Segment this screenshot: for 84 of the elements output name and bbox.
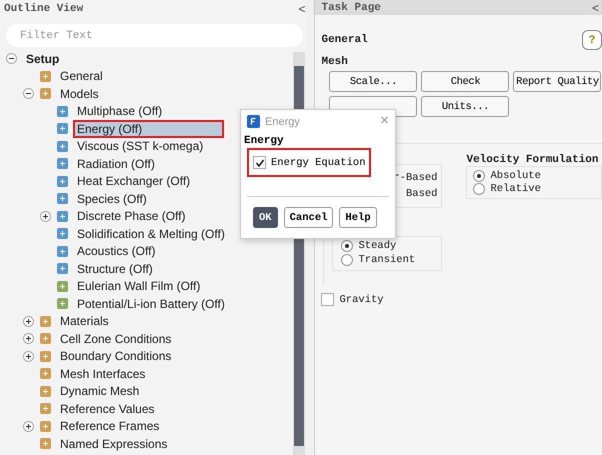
group-label: Velocity Formulation: [466, 154, 600, 166]
mesh-button[interactable]: Scale...: [329, 71, 418, 92]
tile-icon: [39, 87, 52, 100]
radio-label: Based: [406, 187, 438, 202]
tile-icon: [56, 104, 69, 118]
tree-item[interactable]: General: [56, 67, 107, 86]
checkbox-label: Energy Equation: [271, 156, 366, 168]
mesh-button[interactable]: Units...: [421, 96, 510, 117]
radio-label: Steady: [358, 240, 396, 252]
tile-icon: [39, 70, 52, 83]
tile-icon: [39, 437, 52, 450]
tree-item[interactable]: Reference Frames: [56, 417, 164, 436]
tile-icon: [56, 174, 69, 188]
mesh-button[interactable]: Report Quality: [513, 71, 602, 92]
radio-label: Relative: [490, 183, 541, 195]
radio-label: Transient: [358, 254, 416, 266]
tile-icon: [56, 280, 69, 293]
expander-icon[interactable]: [22, 88, 34, 100]
tree-item[interactable]: Boundary Conditions: [56, 347, 176, 366]
tree-item[interactable]: Acoustics (Off): [73, 242, 160, 260]
tile-icon: [56, 244, 69, 258]
tile-icon: [56, 140, 69, 153]
tree-item[interactable]: Reference Values: [56, 400, 158, 418]
dialog-title: Energy: [265, 116, 301, 128]
expander-icon[interactable]: [40, 210, 50, 222]
group-label: Energy: [243, 135, 285, 147]
panel-title: Outline View: [4, 3, 84, 15]
tree-item[interactable]: Mesh Interfaces: [56, 364, 150, 383]
tree-item[interactable]: Discrete Phase (Off): [73, 207, 190, 226]
tile-icon: [56, 192, 69, 206]
tree-item[interactable]: Models: [56, 84, 103, 103]
tile-icon: [56, 210, 69, 223]
tree-item[interactable]: Energy (Off): [73, 120, 224, 138]
ok-button[interactable]: OK: [253, 207, 278, 228]
tree-item[interactable]: Heat Exchanger (Off): [73, 172, 194, 190]
tile-icon: [56, 122, 69, 136]
radio-button[interactable]: [473, 183, 486, 195]
mesh-button[interactable]: Check: [421, 71, 510, 92]
tree-item[interactable]: Potential/Li-ion Battery (Off): [73, 294, 229, 313]
tree-item[interactable]: Cell Zone Conditions: [56, 330, 176, 348]
section-label: Mesh: [321, 56, 349, 68]
tree-item[interactable]: Species (Off): [73, 190, 151, 208]
checkbox[interactable]: [253, 156, 266, 169]
tile-icon: [39, 420, 52, 433]
tree-item[interactable]: Dynamic Mesh: [56, 382, 144, 400]
expander-icon[interactable]: [22, 333, 34, 344]
dialog-button[interactable]: Help: [339, 207, 377, 228]
panel-title: Task Page: [321, 2, 381, 14]
tree-item[interactable]: Eulerian Wall Film (Off): [73, 277, 204, 296]
tile-icon: [56, 157, 69, 170]
tile-icon: [39, 384, 52, 398]
tree-item[interactable]: Named Expressions: [56, 434, 172, 453]
tile-icon: [56, 227, 69, 240]
radio-button[interactable]: [341, 240, 354, 252]
tile-icon: [56, 297, 69, 310]
tree-item[interactable]: Multiphase (Off): [73, 102, 166, 120]
tree-item[interactable]: Solidification & Melting (Off): [73, 224, 229, 243]
tree-item[interactable]: Setup: [22, 50, 64, 68]
filter-field[interactable]: Filter Text: [6, 24, 304, 47]
tree-item[interactable]: Structure (Off): [73, 260, 157, 278]
radio-label: Absolute: [490, 170, 541, 182]
tile-icon: [39, 350, 52, 363]
expander-icon[interactable]: [22, 316, 34, 327]
collapse-button[interactable]: <: [298, 2, 306, 16]
expander-icon[interactable]: [22, 350, 34, 362]
help-button[interactable]: ?: [582, 30, 602, 50]
dialog-button[interactable]: Cancel: [284, 207, 334, 228]
checkbox[interactable]: [321, 293, 334, 306]
tree-item[interactable]: Radiation (Off): [73, 154, 159, 173]
tree-item[interactable]: Materials: [56, 312, 113, 330]
tile-icon: [39, 332, 52, 346]
app-icon: [247, 115, 260, 128]
tile-icon: [39, 314, 52, 328]
tile-icon: [39, 402, 52, 416]
checkbox-label: Gravity: [339, 294, 384, 306]
collapse-button[interactable]: <: [592, 0, 599, 14]
radio-button[interactable]: [341, 254, 354, 266]
radio-button[interactable]: [473, 170, 486, 182]
tile-icon: [56, 262, 69, 276]
tile-icon: [39, 367, 52, 380]
expander-icon[interactable]: [6, 53, 16, 64]
tree-item[interactable]: Viscous (SST k-omega): [73, 137, 208, 156]
page-heading: General: [321, 34, 368, 46]
expander-icon[interactable]: [22, 420, 34, 432]
